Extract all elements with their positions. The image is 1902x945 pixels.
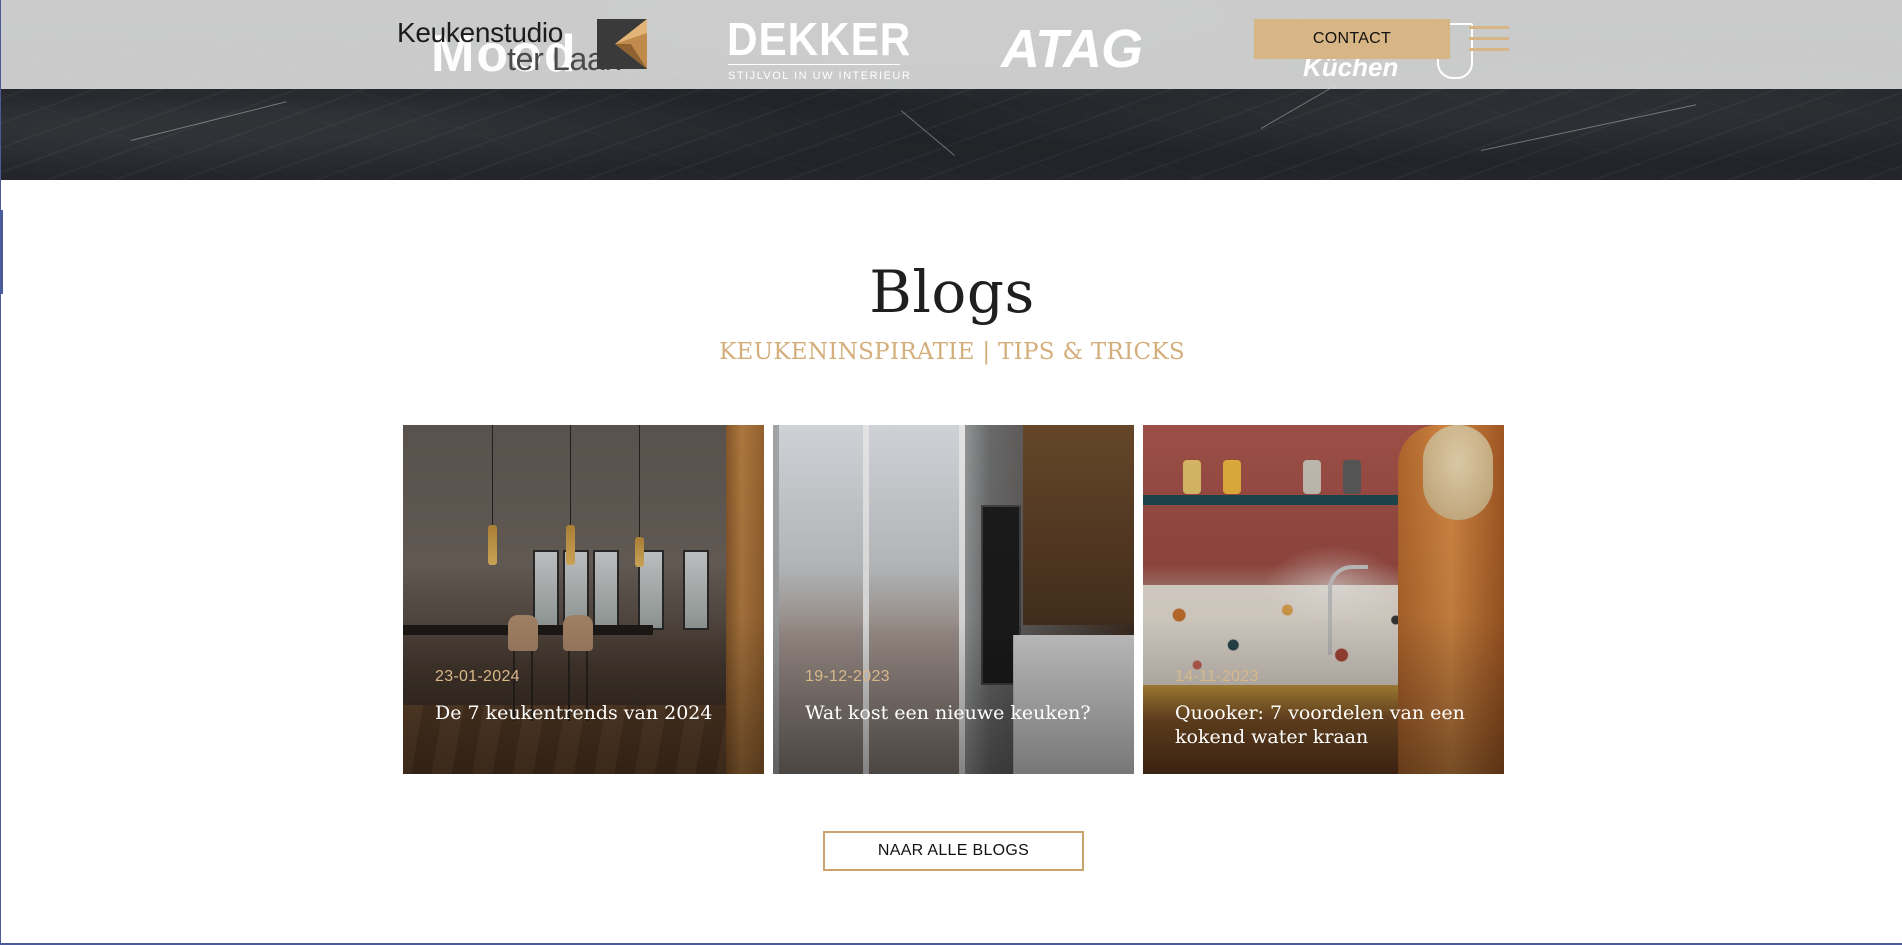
- blog-card-title[interactable]: Wat kost een nieuwe keuken?: [805, 701, 1105, 725]
- contact-button[interactable]: CONTACT: [1254, 19, 1450, 59]
- section-subtitle: KEUKENINSPIRATIE | TIPS & TRICKS: [719, 339, 1185, 365]
- blog-card-title[interactable]: De 7 keukentrends van 2024: [435, 701, 735, 725]
- blog-card-list: 23-01-2024 De 7 keukentrends van 2024 19…: [403, 425, 1504, 774]
- blog-card-date: 14-11-2023: [1175, 668, 1259, 685]
- marble-vein: [130, 101, 287, 141]
- blog-card[interactable]: 23-01-2024 De 7 keukentrends van 2024: [403, 425, 764, 774]
- logo-mark-icon: [597, 19, 647, 69]
- marble-vein: [1260, 83, 1340, 129]
- page-edge-accent: [0, 210, 3, 294]
- all-blogs-button[interactable]: NAAR ALLE BLOGS: [823, 831, 1084, 871]
- brand-logo-dekker: DEKKER: [727, 13, 912, 65]
- brand-logo-strip: Mood DEKKER STIJLVOL IN UW INTERIEUR ATA…: [1, 0, 1902, 89]
- brand-logo-atag: ATAG: [1001, 19, 1143, 79]
- blog-card[interactable]: 14-11-2023 Quooker: 7 voordelen van een …: [1143, 425, 1504, 774]
- section-title: Blogs: [869, 258, 1035, 326]
- site-logo[interactable]: Keukenstudio ter Laak: [397, 17, 647, 77]
- blog-card[interactable]: 19-12-2023 Wat kost een nieuwe keuken?: [773, 425, 1134, 774]
- brand-logo-divider: [728, 64, 900, 65]
- blog-card-date: 19-12-2023: [805, 668, 890, 685]
- hamburger-menu-icon[interactable]: [1469, 24, 1509, 54]
- brand-logo-dekker-tagline: STIJLVOL IN UW INTERIEUR: [728, 70, 912, 82]
- marble-vein: [900, 110, 955, 156]
- marble-vein: [1480, 104, 1697, 151]
- blog-card-title[interactable]: Quooker: 7 voordelen van een kokend wate…: [1175, 701, 1475, 749]
- blog-card-date: 23-01-2024: [435, 668, 520, 685]
